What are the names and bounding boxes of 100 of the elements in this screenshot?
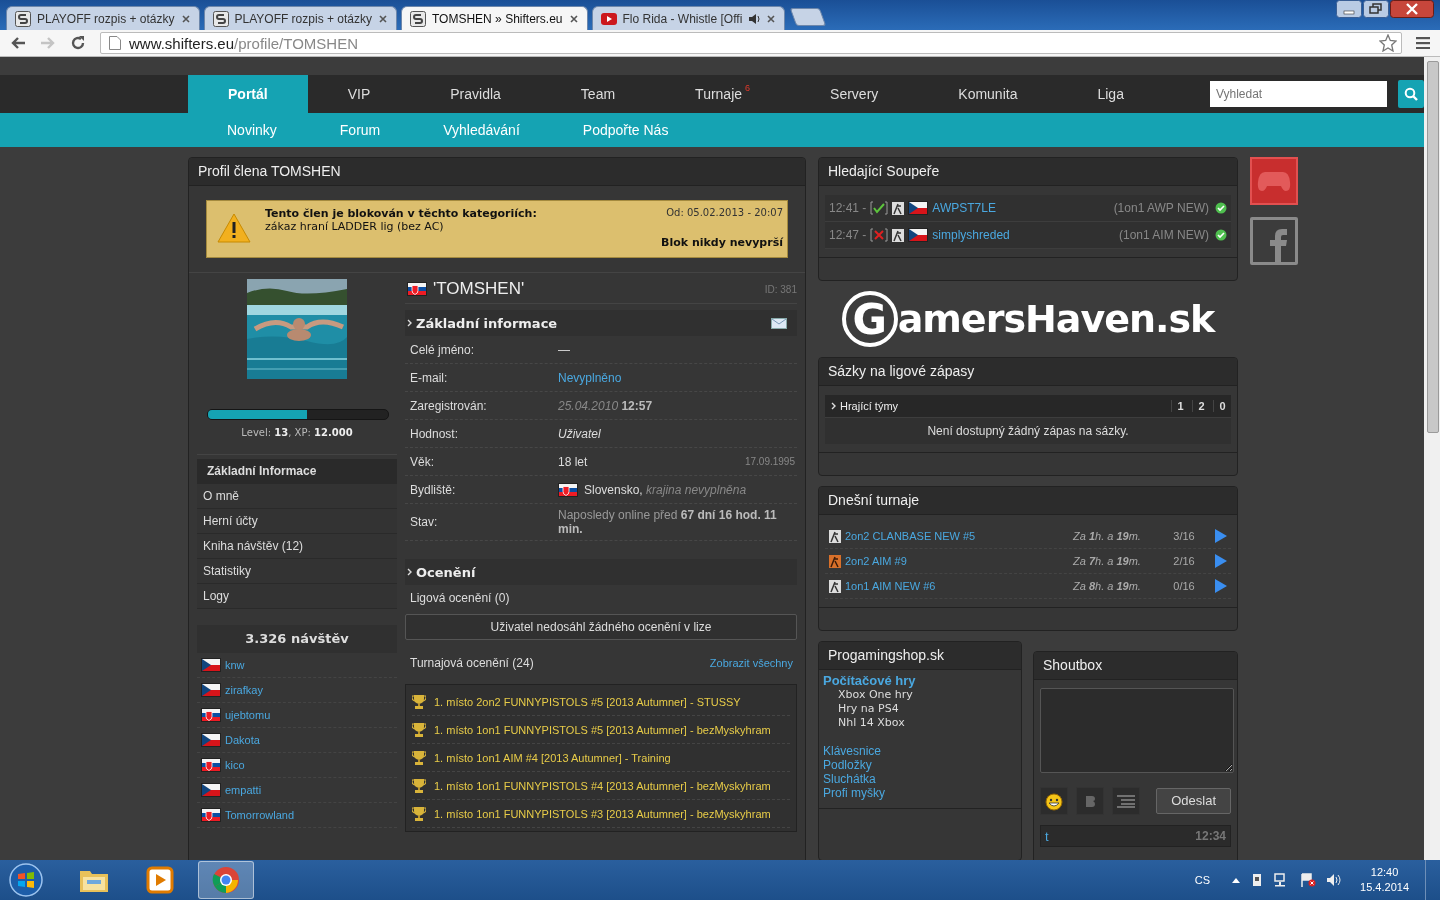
language-indicator[interactable]: CS xyxy=(1194,874,1211,886)
flag-icon xyxy=(908,228,929,242)
nav-tab[interactable]: Komunita xyxy=(918,75,1058,113)
column-header: 2 xyxy=(1192,400,1210,412)
reload-icon[interactable] xyxy=(70,35,86,51)
close-icon[interactable] xyxy=(766,13,777,24)
level-text: Level: 13, XP: 12.000 xyxy=(240,427,354,438)
search-field[interactable]: Vyhledat xyxy=(1209,81,1387,107)
scroll-thumb[interactable] xyxy=(1427,61,1439,433)
close-icon[interactable] xyxy=(378,13,388,24)
browser-tab[interactable]: TOMSHEN » Shifters.eu xyxy=(401,6,588,30)
tray-arrow-icon[interactable] xyxy=(1232,877,1241,883)
nav-tab[interactable]: Servery xyxy=(790,75,919,113)
visitor-link[interactable]: knw xyxy=(225,659,245,671)
panel-title: Dnešní turnaje xyxy=(819,487,1237,515)
close-icon[interactable] xyxy=(1390,0,1434,18)
restore-icon[interactable] xyxy=(1363,0,1389,18)
email-link[interactable]: Nevyplněno xyxy=(558,370,622,385)
player-link[interactable]: simplyshreded xyxy=(932,228,1115,242)
browser-tab[interactable]: Flo Rida - Whistle [Offi xyxy=(591,6,786,30)
search-button[interactable] xyxy=(1397,80,1424,108)
facebook-button[interactable] xyxy=(1250,217,1298,265)
message-field[interactable] xyxy=(1040,688,1234,773)
visitor-link[interactable]: empatti xyxy=(225,784,262,796)
shop-link[interactable]: Hry na PS4 xyxy=(823,702,1017,716)
nav-tab[interactable]: VIP xyxy=(307,75,411,113)
video-icon xyxy=(600,10,617,27)
tournament-link[interactable]: 2on2 AIM #9 xyxy=(845,555,1069,567)
list-button[interactable] xyxy=(1112,787,1140,815)
field-value: Uživatel xyxy=(558,426,601,441)
award-link[interactable]: 1. místo 1on1 FUNNYPISTOLS #3 [2013 Autumner] - bezMyskyhram xyxy=(434,807,771,820)
award-link[interactable]: 1. místo 2on2 FUNNYPISTOLS #5 [2013 Autumner] - STUSSY xyxy=(434,695,741,708)
browser-tab[interactable]: PLAYOFF rozpis + otázky xyxy=(6,6,200,30)
visitor-link[interactable]: zirafkay xyxy=(225,684,263,696)
award-link[interactable]: 1. místo 1on1 FUNNYPISTOLS #4 [2013 Autumner] - bezMyskyhram xyxy=(434,779,771,792)
game-icon xyxy=(829,529,841,543)
shop-link[interactable]: Profi myšky xyxy=(823,786,1017,800)
address-bar[interactable]: www.shifters.eu/profile/TOMSHEN xyxy=(100,32,1402,54)
flag-icon xyxy=(201,758,221,772)
empty-message: Uživatel nedosáhl žádného ocenění v lize xyxy=(405,614,797,640)
chevron-icon xyxy=(407,568,413,576)
volume-icon[interactable] xyxy=(1326,873,1343,887)
shop-link[interactable]: Podložky xyxy=(823,758,1017,772)
shop-link[interactable]: Klávesnice xyxy=(823,744,1017,758)
visitor-link[interactable]: Tomorrowland xyxy=(225,809,295,821)
time-text: 12:41 - xyxy=(829,201,867,215)
shop-link[interactable]: Sluchátka xyxy=(823,772,1017,786)
play-icon[interactable] xyxy=(1215,554,1227,568)
menu-icon[interactable] xyxy=(1416,37,1430,49)
text-format-icon xyxy=(1083,794,1097,808)
award-link[interactable]: 1. místo 1on1 AIM #4 [2013 Autumner] - Training xyxy=(434,751,671,764)
nav-tab[interactable]: Liga xyxy=(1057,75,1164,113)
flag-icon xyxy=(201,708,221,722)
field-label: E-mail: xyxy=(410,370,449,385)
star-icon[interactable] xyxy=(1379,34,1397,52)
send-button[interactable]: Odeslat xyxy=(1156,788,1231,814)
category-link[interactable]: Počítačové hry xyxy=(823,674,1017,688)
start-icon[interactable] xyxy=(6,862,46,898)
panel-title: Progamingshop.sk xyxy=(819,642,1021,670)
nav-tab[interactable]: Team xyxy=(540,75,656,113)
show-all-link[interactable]: Zobrazit všechny xyxy=(709,650,793,676)
table-header: Hrající týmy xyxy=(840,400,900,412)
mail-icon[interactable] xyxy=(771,317,787,329)
trophy-icon xyxy=(412,694,426,709)
trophy-icon xyxy=(412,750,426,765)
tournament-link[interactable]: 1on1 AIM NEW #6 xyxy=(845,580,1069,592)
play-icon[interactable] xyxy=(1215,579,1227,593)
visitor-link[interactable]: ujebtomu xyxy=(225,709,271,721)
shop-link[interactable]: Xbox One hry xyxy=(823,688,1017,702)
format-button[interactable] xyxy=(1076,787,1104,815)
emoji-button[interactable] xyxy=(1040,787,1068,815)
play-icon[interactable] xyxy=(1215,529,1227,543)
flag-icon xyxy=(201,658,221,672)
game-icon xyxy=(892,201,905,215)
logo-text: amersHaven.sk xyxy=(897,297,1215,341)
tournament-link[interactable]: 2on2 CLANBASE NEW #5 xyxy=(845,530,1069,542)
back-icon[interactable] xyxy=(10,35,26,51)
chevron-icon xyxy=(831,402,837,410)
flag-alert-icon[interactable] xyxy=(1300,873,1317,887)
visitor-link[interactable]: kico xyxy=(225,759,245,771)
minimize-icon[interactable] xyxy=(1336,0,1362,18)
award-link[interactable]: 1. místo 1on1 FUNNYPISTOLS #5 [2013 Autumner] - bezMyskyhram xyxy=(434,723,771,736)
close-icon[interactable] xyxy=(180,13,191,24)
flag-icon xyxy=(201,733,221,747)
chevron-icon xyxy=(407,319,413,327)
player-link[interactable]: AWPST7LE xyxy=(932,201,1110,215)
author-link[interactable]: t xyxy=(1045,828,1049,844)
close-icon[interactable] xyxy=(568,13,579,24)
count-label: 6 xyxy=(745,83,751,93)
field-value: 18 let xyxy=(558,454,588,469)
visitor-link[interactable]: Dakota xyxy=(225,734,260,746)
panel-title: Hledající Soupeře xyxy=(819,158,1237,186)
shop-link[interactable]: Nhl 14 Xbox xyxy=(823,716,1017,730)
profile-menu-item[interactable]: Základní Informace xyxy=(197,459,397,484)
new-tab-button[interactable] xyxy=(790,8,827,26)
site-icon xyxy=(15,10,31,27)
scrollbar[interactable] xyxy=(1424,57,1440,860)
nav-tab[interactable]: Turnaje $^{6}$ xyxy=(655,75,791,113)
nav-tab[interactable]: Pravidla xyxy=(410,75,541,113)
browser-tab[interactable]: PLAYOFF rozpis + otázky xyxy=(203,6,397,30)
